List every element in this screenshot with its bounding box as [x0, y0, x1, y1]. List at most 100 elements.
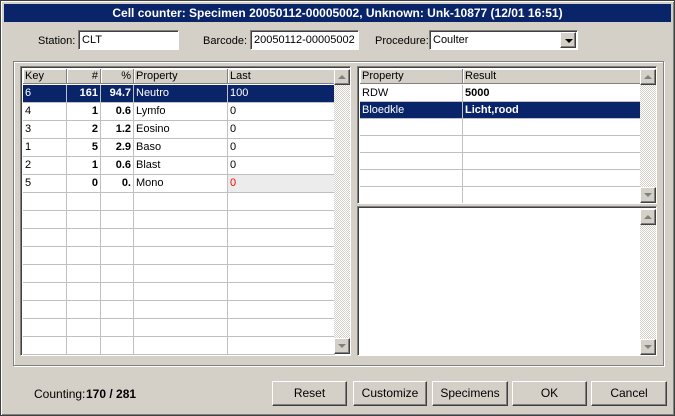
counts-cell-property[interactable]: Baso: [134, 139, 228, 157]
empty-cell[interactable]: [23, 229, 67, 247]
empty-cell[interactable]: [463, 136, 641, 153]
counts-cell-key[interactable]: 3: [23, 121, 67, 139]
cancel-button[interactable]: Cancel: [591, 381, 667, 406]
ok-button[interactable]: OK: [512, 381, 587, 406]
scroll-down-icon[interactable]: [640, 339, 656, 355]
scroll-down-icon[interactable]: [334, 338, 350, 354]
counts-cell-count[interactable]: 161: [67, 85, 101, 103]
empty-cell[interactable]: [134, 319, 228, 337]
scroll-down-icon[interactable]: [640, 187, 656, 203]
column-header-property[interactable]: Property: [134, 69, 228, 84]
empty-cell[interactable]: [101, 247, 134, 265]
counts-cell-pct[interactable]: 2.9: [101, 139, 134, 157]
empty-cell[interactable]: [360, 170, 463, 187]
empty-cell[interactable]: [67, 337, 101, 355]
empty-cell[interactable]: [228, 247, 335, 265]
empty-cell[interactable]: [67, 193, 101, 211]
column-header-last[interactable]: Last: [228, 69, 335, 84]
counts-cell-property[interactable]: Mono: [134, 175, 228, 193]
result-cell-result[interactable]: 5000: [463, 85, 641, 102]
chevron-down-icon[interactable]: [560, 32, 576, 48]
results-scrollbar[interactable]: [640, 69, 656, 203]
empty-cell[interactable]: [23, 265, 67, 283]
counts-cell-last[interactable]: 0: [228, 175, 335, 193]
counts-cell-last[interactable]: 0: [228, 103, 335, 121]
empty-cell[interactable]: [134, 265, 228, 283]
empty-cell[interactable]: [134, 229, 228, 247]
empty-cell[interactable]: [360, 136, 463, 153]
customize-button[interactable]: Customize: [353, 381, 427, 406]
counts-cell-count[interactable]: 0: [67, 175, 101, 193]
counts-scrollbar[interactable]: [334, 69, 350, 354]
station-input[interactable]: [82, 34, 175, 46]
column-header-result[interactable]: Result: [463, 69, 641, 84]
counts-cell-last[interactable]: 0: [228, 157, 335, 175]
counts-cell-pct[interactable]: 1.2: [101, 121, 134, 139]
empty-cell[interactable]: [360, 187, 463, 203]
scroll-up-icon[interactable]: [640, 209, 656, 225]
empty-cell[interactable]: [23, 211, 67, 229]
specimens-button[interactable]: Specimens: [432, 381, 508, 406]
empty-cell[interactable]: [23, 337, 67, 355]
reset-button[interactable]: Reset: [272, 381, 347, 406]
empty-cell[interactable]: [228, 319, 335, 337]
counts-cell-property[interactable]: Neutro: [134, 85, 228, 103]
empty-cell[interactable]: [67, 301, 101, 319]
empty-cell[interactable]: [463, 187, 641, 203]
empty-cell[interactable]: [228, 337, 335, 355]
empty-cell[interactable]: [360, 153, 463, 170]
station-field[interactable]: [78, 30, 179, 50]
empty-cell[interactable]: [134, 337, 228, 355]
empty-cell[interactable]: [228, 265, 335, 283]
counts-cell-property[interactable]: Blast: [134, 157, 228, 175]
empty-cell[interactable]: [101, 265, 134, 283]
empty-cell[interactable]: [67, 229, 101, 247]
result-cell-result[interactable]: Licht,rood: [463, 102, 641, 119]
empty-cell[interactable]: [101, 319, 134, 337]
column-header-percent[interactable]: %: [101, 69, 134, 84]
empty-cell[interactable]: [101, 337, 134, 355]
procedure-select[interactable]: Coulter: [429, 30, 578, 50]
empty-cell[interactable]: [228, 301, 335, 319]
counts-cell-key[interactable]: 6: [22, 84, 68, 104]
empty-cell[interactable]: [228, 229, 335, 247]
empty-cell[interactable]: [23, 301, 67, 319]
empty-cell[interactable]: [23, 319, 67, 337]
empty-cell[interactable]: [134, 247, 228, 265]
empty-cell[interactable]: [463, 170, 641, 187]
column-header-result-property[interactable]: Property: [360, 69, 463, 84]
empty-cell[interactable]: [134, 301, 228, 319]
counts-cell-count[interactable]: 5: [67, 139, 101, 157]
empty-cell[interactable]: [134, 283, 228, 301]
empty-cell[interactable]: [67, 283, 101, 301]
empty-cell[interactable]: [23, 247, 67, 265]
notes-scrollbar[interactable]: [640, 209, 656, 355]
counts-grid[interactable]: Key # % Property Last 6 161 94.7 Neutro 100 4…: [20, 66, 351, 356]
empty-cell[interactable]: [134, 211, 228, 229]
empty-cell[interactable]: [67, 319, 101, 337]
empty-cell[interactable]: [101, 211, 134, 229]
counts-cell-last[interactable]: 0: [228, 121, 335, 139]
counts-cell-count[interactable]: 2: [67, 121, 101, 139]
barcode-field[interactable]: [250, 30, 359, 50]
column-header-count[interactable]: #: [67, 69, 101, 84]
counts-cell-count[interactable]: 1: [67, 103, 101, 121]
empty-cell[interactable]: [23, 193, 67, 211]
empty-cell[interactable]: [360, 119, 463, 136]
notes-memo[interactable]: [357, 206, 657, 356]
counts-cell-property[interactable]: Lymfo: [134, 103, 228, 121]
counts-cell-pct[interactable]: 94.7: [101, 85, 134, 103]
counts-cell-last[interactable]: 0: [228, 139, 335, 157]
empty-cell[interactable]: [134, 193, 228, 211]
empty-cell[interactable]: [228, 193, 335, 211]
results-grid[interactable]: Property Result RDW 5000 Bloedkle Licht,roo…: [357, 66, 657, 204]
counts-cell-key[interactable]: 4: [23, 103, 67, 121]
empty-cell[interactable]: [67, 247, 101, 265]
counts-cell-last[interactable]: 100: [228, 85, 335, 103]
counts-cell-count[interactable]: 1: [67, 157, 101, 175]
empty-cell[interactable]: [228, 211, 335, 229]
scroll-up-icon[interactable]: [334, 69, 350, 85]
empty-cell[interactable]: [67, 211, 101, 229]
empty-cell[interactable]: [463, 153, 641, 170]
empty-cell[interactable]: [228, 283, 335, 301]
